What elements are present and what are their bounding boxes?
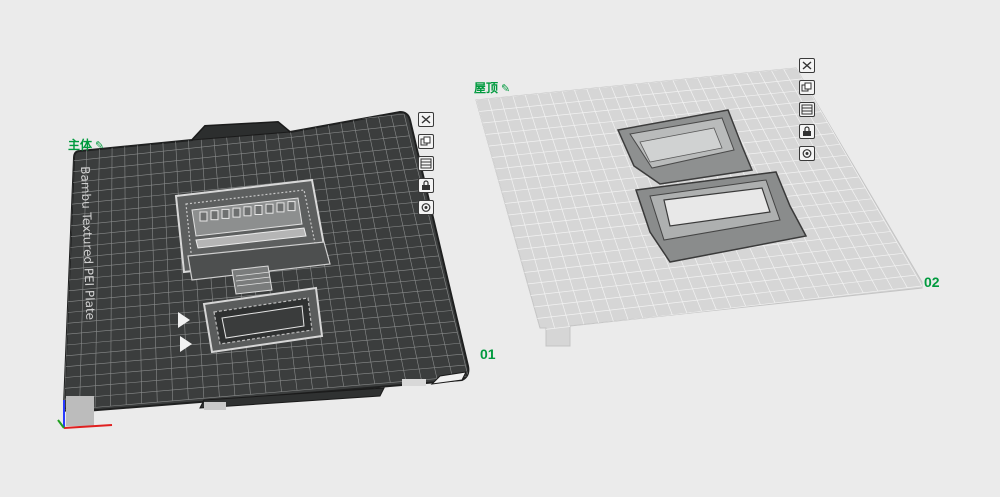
- 3d-viewport[interactable]: [0, 0, 1000, 497]
- close-icon: [421, 115, 431, 124]
- plate-01-name[interactable]: 主体 ✎: [68, 136, 104, 153]
- plate-01-toolbar: [418, 112, 438, 222]
- edit-icon[interactable]: ✎: [95, 139, 104, 152]
- lock-plate-button[interactable]: [418, 178, 434, 193]
- plate-02[interactable]: [475, 67, 923, 347]
- plate-02-number: 02: [924, 274, 940, 290]
- copy-plate-button[interactable]: [418, 134, 434, 149]
- arrange-plate-button[interactable]: [418, 156, 434, 171]
- plate-settings-button[interactable]: [418, 200, 434, 215]
- plate-01-footer-icons: [204, 402, 226, 410]
- plate-01-number: 01: [480, 346, 496, 362]
- edit-icon[interactable]: ✎: [501, 82, 510, 95]
- lock-plate-button[interactable]: [799, 124, 815, 139]
- copy-icon: [420, 136, 431, 146]
- layout-icon: [420, 158, 432, 169]
- lock-icon: [422, 180, 430, 190]
- delete-plate-button[interactable]: [799, 58, 815, 73]
- close-icon: [802, 61, 812, 70]
- plate-01-name-text: 主体: [68, 138, 93, 152]
- delete-plate-button[interactable]: [418, 112, 434, 127]
- copy-icon: [801, 82, 812, 92]
- plate-02-toolbar: [799, 58, 819, 168]
- plate-02-name-text: 屋顶: [474, 81, 499, 95]
- plate-02-name[interactable]: 屋顶 ✎: [474, 79, 510, 96]
- plate-01-corner-icons: [402, 379, 426, 386]
- settings-icon: [421, 203, 431, 212]
- settings-icon: [802, 149, 812, 158]
- layout-icon: [801, 104, 813, 115]
- lock-icon: [803, 126, 811, 136]
- plate-settings-button[interactable]: [799, 146, 815, 161]
- plate-01[interactable]: [57, 110, 470, 429]
- copy-plate-button[interactable]: [799, 80, 815, 95]
- arrange-plate-button[interactable]: [799, 102, 815, 117]
